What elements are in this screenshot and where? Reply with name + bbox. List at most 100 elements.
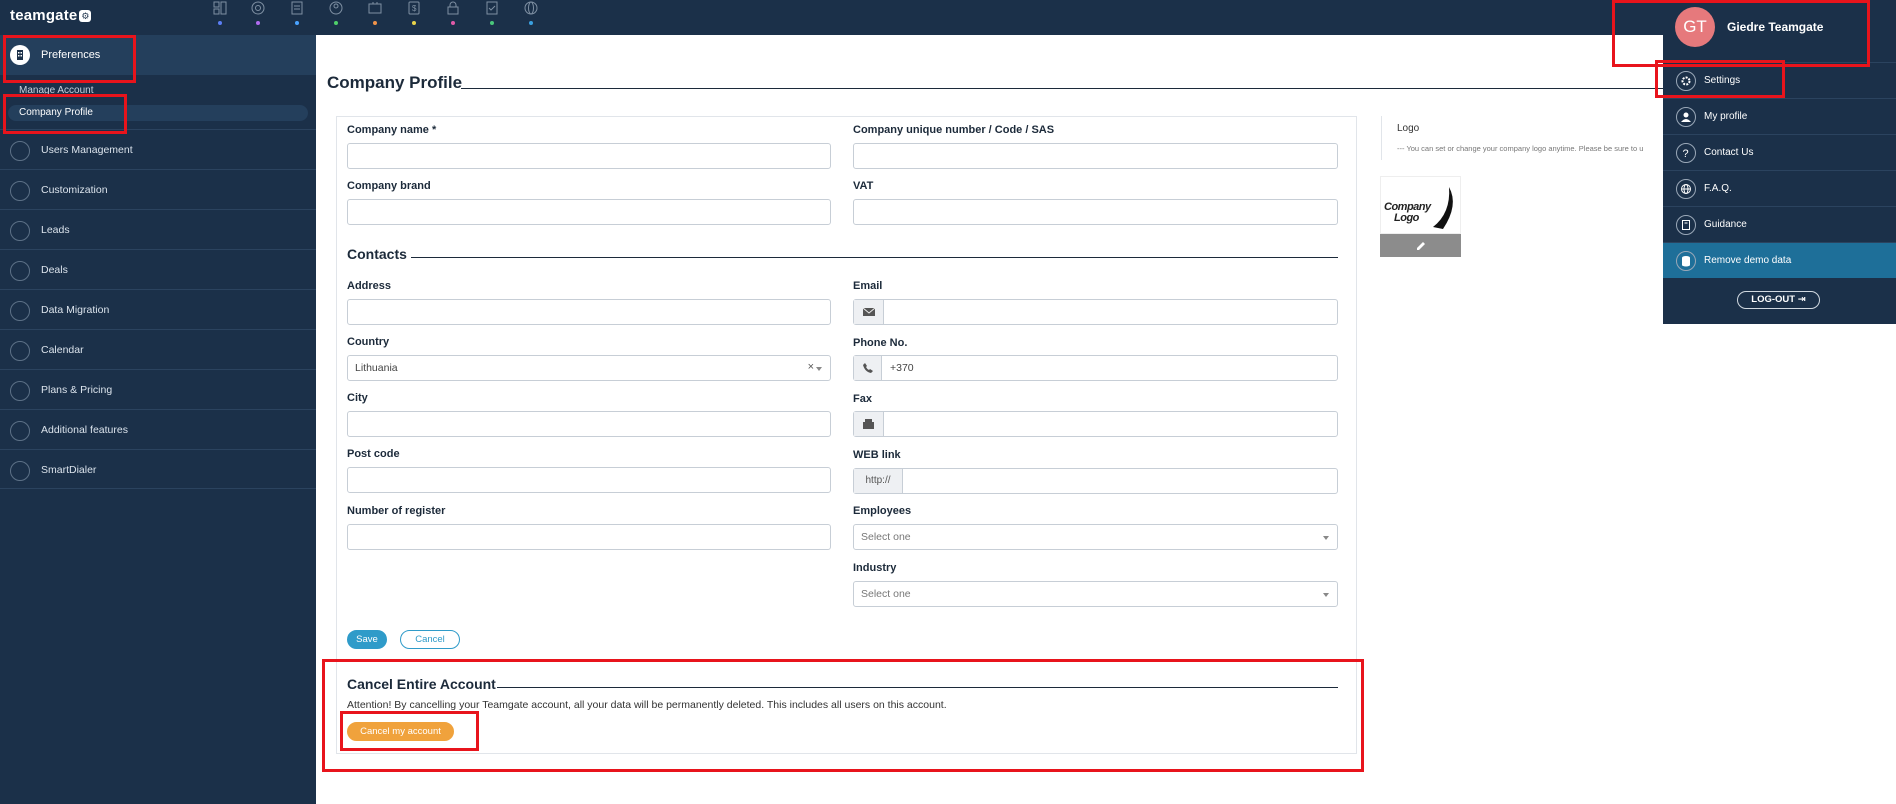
leads-icon[interactable] [326,0,346,30]
phone-input[interactable]: +370 [853,355,1338,381]
menu-item-label: Contact Us [1704,147,1754,158]
country-select[interactable]: Lithuania × [347,355,831,381]
envelope-icon [854,300,884,324]
employees-select[interactable]: Select one [853,524,1338,550]
sidebar-item-data-migration[interactable]: Data Migration [0,289,316,329]
dashboard-icon[interactable] [210,0,230,30]
save-button[interactable]: Save [347,630,387,649]
sidebar-item-label: Customization [41,184,108,196]
sidebar-item-label: Data Migration [41,304,110,316]
logout-icon: ⇥ [1797,294,1806,305]
web-link-label: WEB link [853,449,901,461]
chevron-down-icon [1323,593,1329,597]
clear-icon[interactable]: × [808,361,814,373]
company-number-input[interactable] [853,143,1338,169]
book-icon [1676,215,1696,235]
phone-icon [10,461,30,481]
edit-logo-button[interactable] [1380,234,1461,257]
company-name-label: Company name * [347,124,437,136]
user-icon [1676,107,1696,127]
question-icon: ? [1676,143,1696,163]
tasks-icon[interactable] [482,0,502,30]
cancel-button[interactable]: Cancel [400,630,460,649]
sidebar-item-label: Users Management [41,144,133,156]
sidebar-item-label: SmartDialer [41,464,97,476]
sidebar-item-label: Plans & Pricing [41,384,113,396]
menu-item-label: Remove demo data [1704,255,1792,266]
fax-label: Fax [853,393,872,405]
pipeline-icon[interactable]: $ [404,0,424,30]
company-logo-image: Company Logo [1380,176,1461,234]
sidebar-item-users-management[interactable]: Users Management [0,129,316,169]
menu-item-contact-us[interactable]: ? Contact Us [1663,134,1896,170]
web-link-input[interactable]: http:// [853,468,1338,494]
phone-icon [854,356,882,380]
pencil-icon [1417,242,1425,250]
sidebar-item-label: Deals [41,264,68,276]
company-brand-input[interactable] [347,199,831,225]
contacts-section-title: Contacts [347,246,407,262]
logo-placeholder-line2: Logo [1394,212,1419,224]
email-label: Email [853,280,883,292]
sidebar: Preferences Manage Account Company Profi… [0,35,316,804]
city-label: City [347,392,368,404]
reports-icon[interactable] [287,0,307,30]
menu-item-my-profile[interactable]: My profile [1663,98,1896,134]
world-icon[interactable] [521,0,541,30]
logo-panel-note: --- You can set or change your company l… [1397,144,1644,153]
leads-icon [10,221,30,241]
menu-item-remove-demo-data[interactable]: Remove demo data [1663,242,1896,278]
lock-icon[interactable] [443,0,463,30]
register-number-label: Number of register [347,505,446,517]
sidebar-item-deals[interactable]: Deals [0,249,316,289]
users-icon [10,141,30,161]
highlight-box-settings [1655,60,1785,98]
logout-label: LOG-OUT [1751,294,1796,305]
field-value: +370 [890,362,914,374]
deals-icon [10,261,30,281]
wrench-icon [10,181,30,201]
chevron-down-icon [816,367,822,371]
address-input[interactable] [347,299,831,325]
logout-button[interactable]: LOG-OUT ⇥ [1737,291,1820,309]
vat-label: VAT [853,180,874,192]
sidebar-item-label: Additional features [41,424,128,436]
email-input[interactable] [853,299,1338,325]
sidebar-item-customization[interactable]: Customization [0,169,316,209]
field-value: Select one [861,588,911,600]
sidebar-item-additional-features[interactable]: Additional features [0,409,316,449]
sidebar-item-leads[interactable]: Leads [0,209,316,249]
sidebar-item-calendar[interactable]: Calendar [0,329,316,369]
industry-select[interactable]: Select one [853,581,1338,607]
fax-input[interactable] [853,411,1338,437]
sidebar-item-smartdialer[interactable]: SmartDialer [0,449,316,489]
pricing-icon [10,381,30,401]
menu-item-guidance[interactable]: Guidance [1663,206,1896,242]
teamgate-logo[interactable]: teamgate ⚙ [10,7,92,24]
register-number-input[interactable] [347,524,831,550]
employees-label: Employees [853,505,912,517]
logo-panel-title: Logo [1397,123,1420,134]
field-value: Lithuania [355,362,398,374]
field-value: Select one [861,531,911,543]
highlight-box-user-menu [1612,0,1870,67]
chevron-down-icon [1323,536,1329,540]
contacts-divider [411,257,1338,258]
post-code-input[interactable] [347,467,831,493]
database-icon [1676,251,1696,271]
target-icon[interactable] [248,0,268,30]
sidebar-item-label: Leads [41,224,70,236]
highlight-box-company-profile [3,94,127,134]
menu-item-faq[interactable]: F.A.Q. [1663,170,1896,206]
deals-icon[interactable] [365,0,385,30]
sidebar-item-plans-pricing[interactable]: Plans & Pricing [0,369,316,409]
menu-item-label: Guidance [1704,219,1747,230]
company-number-label: Company unique number / Code / SAS [853,124,1055,136]
address-label: Address [347,280,392,292]
vat-input[interactable] [853,199,1338,225]
city-input[interactable] [347,411,831,437]
menu-item-label: F.A.Q. [1704,183,1732,194]
company-name-input[interactable] [347,143,831,169]
logo-panel-divider [1381,116,1382,160]
svg-text:?: ? [1683,148,1689,160]
